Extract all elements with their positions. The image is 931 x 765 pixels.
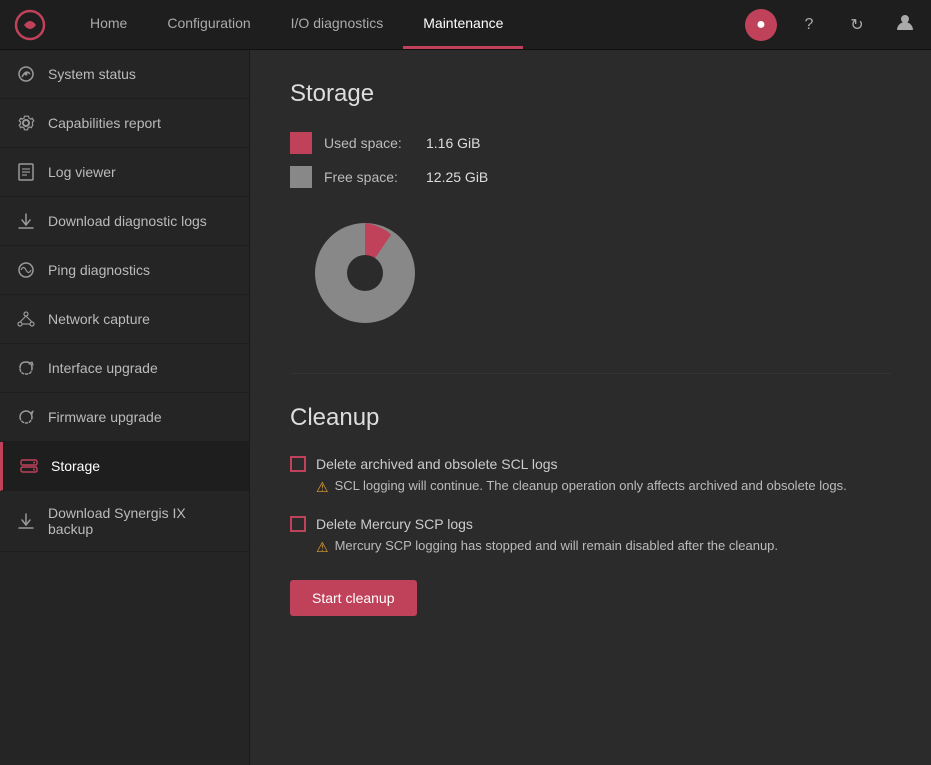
free-space-label: Free space: <box>324 169 414 185</box>
help-button[interactable]: ? <box>793 9 825 41</box>
storage-section: Storage Used space: 1.16 GiB Free space:… <box>290 80 891 374</box>
user-icon <box>896 13 914 36</box>
sidebar-item-interface-upgrade[interactable]: Interface upgrade <box>0 344 249 393</box>
sidebar-label-interface-upgrade: Interface upgrade <box>48 360 158 376</box>
cleanup-title: Cleanup <box>290 404 891 432</box>
free-space-value: 12.25 GiB <box>426 169 488 185</box>
main-layout: System status Capabilities report Lo <box>0 50 931 765</box>
ping-icon <box>16 260 36 280</box>
record-icon: ● <box>756 16 766 34</box>
free-space-row: Free space: 12.25 GiB <box>290 166 891 188</box>
sidebar-item-download-diagnostic-logs[interactable]: Download diagnostic logs <box>0 197 249 246</box>
sidebar-item-download-synergis[interactable]: Download Synergis IX backup <box>0 491 249 552</box>
user-button[interactable] <box>889 9 921 41</box>
gauge-icon <box>16 64 36 84</box>
sidebar-label-network-capture: Network capture <box>48 311 150 327</box>
sidebar: System status Capabilities report Lo <box>0 50 250 765</box>
sidebar-item-firmware-upgrade[interactable]: Firmware upgrade <box>0 393 249 442</box>
sidebar-label-download-diagnostic-logs: Download diagnostic logs <box>48 213 207 229</box>
download2-icon <box>16 511 36 531</box>
delete-scl-checkbox[interactable] <box>290 456 306 472</box>
sidebar-label-download-synergis: Download Synergis IX backup <box>48 505 233 537</box>
mercury-warning-row: ⚠ Mercury SCP logging has stopped and wi… <box>316 538 891 556</box>
sidebar-item-network-capture[interactable]: Network capture <box>0 295 249 344</box>
sidebar-item-storage[interactable]: Storage <box>0 442 249 491</box>
mercury-warning-text: Mercury SCP logging has stopped and will… <box>335 538 778 553</box>
cleanup-items: Delete archived and obsolete SCL logs ⚠ … <box>290 456 891 556</box>
scl-warning-icon: ⚠ <box>316 479 329 496</box>
storage-legend: Used space: 1.16 GiB Free space: 12.25 G… <box>290 132 891 188</box>
cleanup-section: Cleanup Delete archived and obsolete SCL… <box>290 404 891 616</box>
sidebar-label-capabilities-report: Capabilities report <box>48 115 161 131</box>
sidebar-label-firmware-upgrade: Firmware upgrade <box>48 409 162 425</box>
mercury-warning-icon: ⚠ <box>316 539 329 556</box>
mercury-checkbox-row: Delete Mercury SCP logs <box>290 516 891 532</box>
scl-checkbox-row: Delete archived and obsolete SCL logs <box>290 456 891 472</box>
nav-maintenance[interactable]: Maintenance <box>403 0 523 49</box>
storage-title: Storage <box>290 80 891 108</box>
used-space-value: 1.16 GiB <box>426 135 480 151</box>
sidebar-label-storage: Storage <box>51 458 100 474</box>
download-icon <box>16 211 36 231</box>
storage-pie-chart <box>300 208 891 343</box>
sidebar-label-ping-diagnostics: Ping diagnostics <box>48 262 150 278</box>
network-icon <box>16 309 36 329</box>
help-icon: ? <box>805 16 814 34</box>
start-cleanup-button[interactable]: Start cleanup <box>290 580 417 616</box>
delete-scl-label: Delete archived and obsolete SCL logs <box>316 456 558 472</box>
scl-warning-text: SCL logging will continue. The cleanup o… <box>335 478 847 493</box>
sidebar-item-system-status[interactable]: System status <box>0 50 249 99</box>
used-space-row: Used space: 1.16 GiB <box>290 132 891 154</box>
sidebar-label-system-status: System status <box>48 66 136 82</box>
sidebar-item-capabilities-report[interactable]: Capabilities report <box>0 99 249 148</box>
interface-upgrade-icon <box>16 358 36 378</box>
delete-mercury-label: Delete Mercury SCP logs <box>316 516 473 532</box>
refresh-button[interactable]: ↻ <box>841 9 873 41</box>
main-content: Storage Used space: 1.16 GiB Free space:… <box>250 50 931 765</box>
cleanup-item-mercury: Delete Mercury SCP logs ⚠ Mercury SCP lo… <box>290 516 891 556</box>
nav-configuration[interactable]: Configuration <box>147 0 270 49</box>
record-button[interactable]: ● <box>745 9 777 41</box>
logo[interactable] <box>10 5 50 45</box>
cleanup-item-scl: Delete archived and obsolete SCL logs ⚠ … <box>290 456 891 496</box>
sidebar-item-ping-diagnostics[interactable]: Ping diagnostics <box>0 246 249 295</box>
sidebar-item-log-viewer[interactable]: Log viewer <box>0 148 249 197</box>
free-color-swatch <box>290 166 312 188</box>
firmware-upgrade-icon <box>16 407 36 427</box>
used-color-swatch <box>290 132 312 154</box>
used-space-label: Used space: <box>324 135 414 151</box>
nav-icon-group: ● ? ↻ <box>745 9 921 41</box>
nav-home[interactable]: Home <box>70 0 147 49</box>
doc-icon <box>16 162 36 182</box>
nav-io-diagnostics[interactable]: I/O diagnostics <box>271 0 404 49</box>
nav-links: Home Configuration I/O diagnostics Maint… <box>70 0 745 49</box>
top-navigation: Home Configuration I/O diagnostics Maint… <box>0 0 931 50</box>
storage-icon <box>19 456 39 476</box>
gear-icon <box>16 113 36 133</box>
scl-warning-row: ⚠ SCL logging will continue. The cleanup… <box>316 478 891 496</box>
delete-mercury-checkbox[interactable] <box>290 516 306 532</box>
refresh-icon: ↻ <box>850 15 863 35</box>
sidebar-label-log-viewer: Log viewer <box>48 164 116 180</box>
